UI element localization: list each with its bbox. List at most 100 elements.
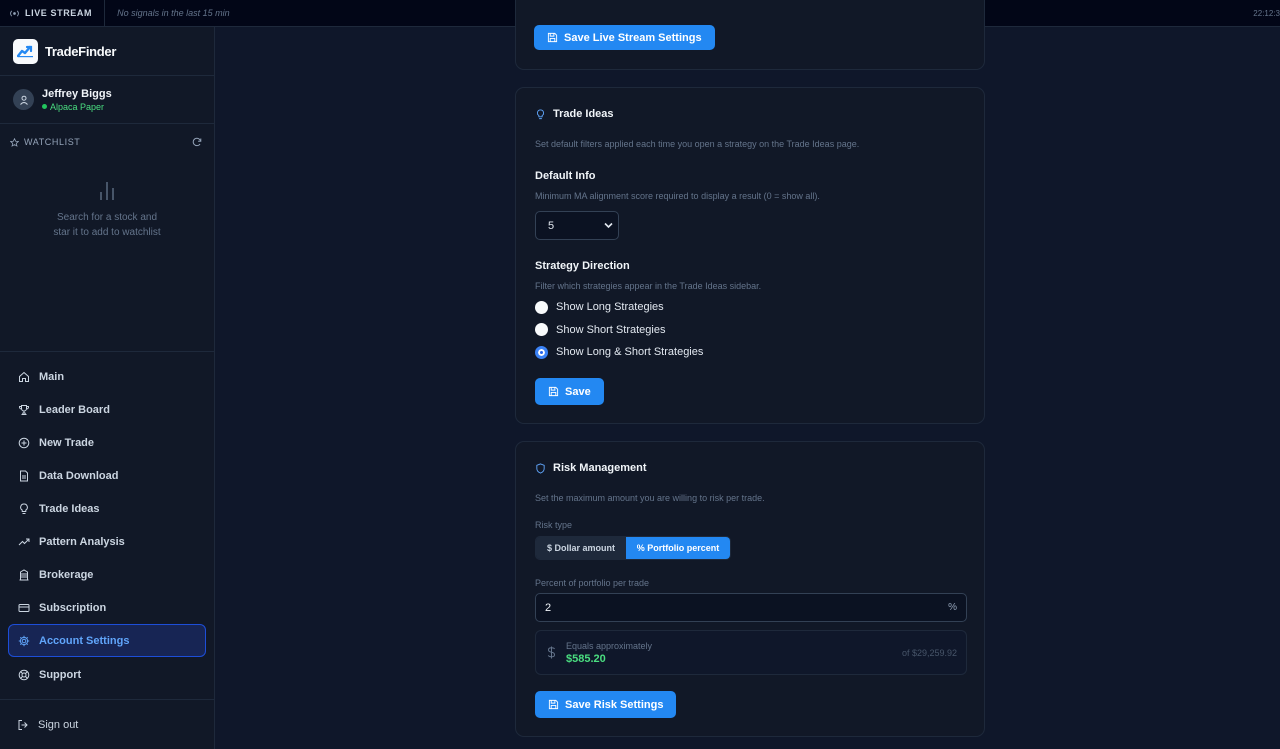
default-info-title: Default Info — [535, 170, 596, 182]
save-icon — [547, 32, 558, 43]
percent-value: 2 — [545, 601, 552, 614]
sidebar-item-label: Subscription — [39, 601, 107, 614]
save-icon — [548, 386, 559, 397]
strategy-direction-description: Filter which strategies appear in the Tr… — [535, 281, 762, 291]
save-icon — [548, 699, 559, 710]
ma-score-value: 5 — [548, 219, 555, 232]
radio-label: Show Long & Short Strategies — [556, 346, 704, 359]
bar-chart-icon — [100, 182, 114, 200]
broker-name: Alpaca Paper — [50, 101, 105, 112]
clock: 22:12:3 — [1253, 8, 1280, 18]
sidebar-item-label: Brokerage — [39, 568, 94, 581]
trophy-icon — [18, 404, 30, 415]
sidebar-item-support[interactable]: Support — [8, 658, 206, 691]
avatar — [13, 89, 34, 110]
risk-management-header: Risk Management — [535, 462, 647, 474]
shield-icon — [536, 462, 545, 474]
save-trade-ideas-button[interactable]: Save — [535, 378, 604, 405]
live-stream-indicator[interactable]: LIVE STREAM — [0, 0, 106, 26]
save-risk-settings-button[interactable]: Save Risk Settings — [535, 691, 677, 718]
portfolio-percent-option[interactable]: % Portfolio percent — [626, 537, 730, 559]
trending-icon — [18, 538, 30, 545]
chevron-down-icon — [604, 222, 613, 229]
risk-type-toggle: $ Dollar amount % Portfolio percent — [535, 536, 731, 560]
sidebar-item-account-settings[interactable]: Account Settings — [8, 624, 206, 657]
card-icon — [18, 603, 30, 612]
radio-button-selected[interactable] — [535, 345, 548, 359]
gear-icon — [18, 635, 30, 646]
dollar-amount-option[interactable]: $ Dollar amount — [536, 537, 626, 559]
default-info-description: Minimum MA alignment score required to d… — [535, 191, 820, 201]
radio-button[interactable] — [535, 300, 548, 314]
sidebar-item-label: Leader Board — [39, 403, 110, 416]
sidebar-item-leader-board[interactable]: Leader Board — [8, 393, 206, 426]
sidebar-item-label: Trade Ideas — [39, 502, 100, 515]
trade-ideas-description: Set default filters applied each time yo… — [535, 139, 860, 149]
save-trade-ideas-label: Save — [565, 385, 591, 398]
trade-ideas-header: Trade Ideas — [535, 108, 614, 120]
lightbulb-icon — [20, 502, 28, 514]
radio-label: Show Short Strategies — [556, 323, 666, 336]
live-stream-settings-card: Save Live Stream Settings — [515, 0, 985, 70]
risk-management-description: Set the maximum amount you are willing t… — [535, 493, 765, 503]
watchlist-empty-line2: star it to add to watchlist — [53, 227, 161, 238]
lifebuoy-icon — [18, 669, 30, 680]
broadcast-icon — [10, 9, 19, 17]
sidebar-item-brokerage[interactable]: Brokerage — [8, 558, 206, 591]
sidebar-item-label: New Trade — [39, 436, 95, 449]
watchlist-empty-line1: Search for a stock and — [56, 212, 158, 223]
home-icon — [19, 371, 29, 382]
status-dot-icon — [42, 104, 47, 109]
sidebar-item-trade-ideas[interactable]: Trade Ideas — [8, 492, 206, 525]
radio-label: Show Long Strategies — [556, 301, 664, 314]
sidebar-item-main[interactable]: Main — [8, 360, 206, 393]
sidebar-item-pattern-analysis[interactable]: Pattern Analysis — [8, 525, 206, 558]
sidebar-item-subscription[interactable]: Subscription — [8, 591, 206, 624]
percent-per-trade-input[interactable]: 2 % — [535, 593, 967, 622]
trade-ideas-title: Trade Ideas — [553, 108, 614, 120]
ma-score-select[interactable]: 5 — [535, 211, 619, 240]
live-stream-label: LIVE STREAM — [25, 8, 93, 18]
sidebar-item-label: Support — [39, 668, 82, 681]
sign-out-button[interactable]: Sign out — [0, 699, 214, 749]
brand[interactable]: TradeFinder — [0, 27, 214, 76]
dollar-icon — [547, 646, 556, 659]
equals-value: $585.20 — [566, 652, 606, 665]
sidebar-item-label: Main — [39, 370, 65, 383]
radio-long-short[interactable]: Show Long & Short Strategies — [535, 341, 703, 364]
save-live-stream-button[interactable]: Save Live Stream Settings — [534, 25, 715, 50]
logo-icon — [13, 38, 38, 64]
refresh-icon[interactable] — [192, 137, 202, 147]
radio-short[interactable]: Show Short Strategies — [535, 319, 703, 342]
percent-per-trade-label: Percent of portfolio per trade — [535, 578, 650, 588]
risk-equivalent-box: Equals approximately $585.20 of $29,259.… — [535, 630, 967, 675]
radio-long[interactable]: Show Long Strategies — [535, 296, 703, 319]
sidebar-item-new-trade[interactable]: New Trade — [8, 426, 206, 459]
signal-status: No signals in the last 15 min — [117, 8, 230, 18]
lightbulb-icon — [537, 108, 544, 119]
broker-status: Alpaca Paper — [42, 102, 112, 112]
sidebar-item-label: Account Settings — [39, 634, 130, 647]
watchlist-header: WATCHLIST — [0, 124, 214, 160]
file-icon — [20, 470, 28, 481]
portfolio-total: of $29,259.92 — [901, 647, 957, 658]
user-name: Jeffrey Biggs — [42, 87, 112, 100]
save-live-stream-label: Save Live Stream Settings — [564, 31, 702, 44]
risk-type-label: Risk type — [535, 520, 573, 530]
direction-radio-group: Show Long Strategies Show Short Strategi… — [535, 296, 703, 364]
sidebar-nav: Main Leader Board New Trade Data Downloa… — [0, 351, 214, 691]
watchlist-empty-state: Search for a stock and star it to add to… — [0, 160, 214, 350]
sidebar-item-label: Pattern Analysis — [39, 535, 125, 548]
risk-management-card: Risk Management Set the maximum amount y… — [515, 441, 985, 737]
user-profile[interactable]: Jeffrey Biggs Alpaca Paper — [0, 76, 214, 124]
sidebar-item-data-download[interactable]: Data Download — [8, 459, 206, 492]
radio-button[interactable] — [535, 323, 548, 337]
logout-icon — [18, 719, 28, 730]
sign-out-label: Sign out — [38, 718, 79, 731]
brand-name: TradeFinder — [45, 43, 117, 59]
bank-icon — [19, 568, 29, 580]
plus-circle-icon — [18, 437, 30, 448]
percent-suffix: % — [948, 602, 957, 613]
watchlist-title: WATCHLIST — [24, 137, 81, 147]
star-icon — [10, 137, 19, 147]
